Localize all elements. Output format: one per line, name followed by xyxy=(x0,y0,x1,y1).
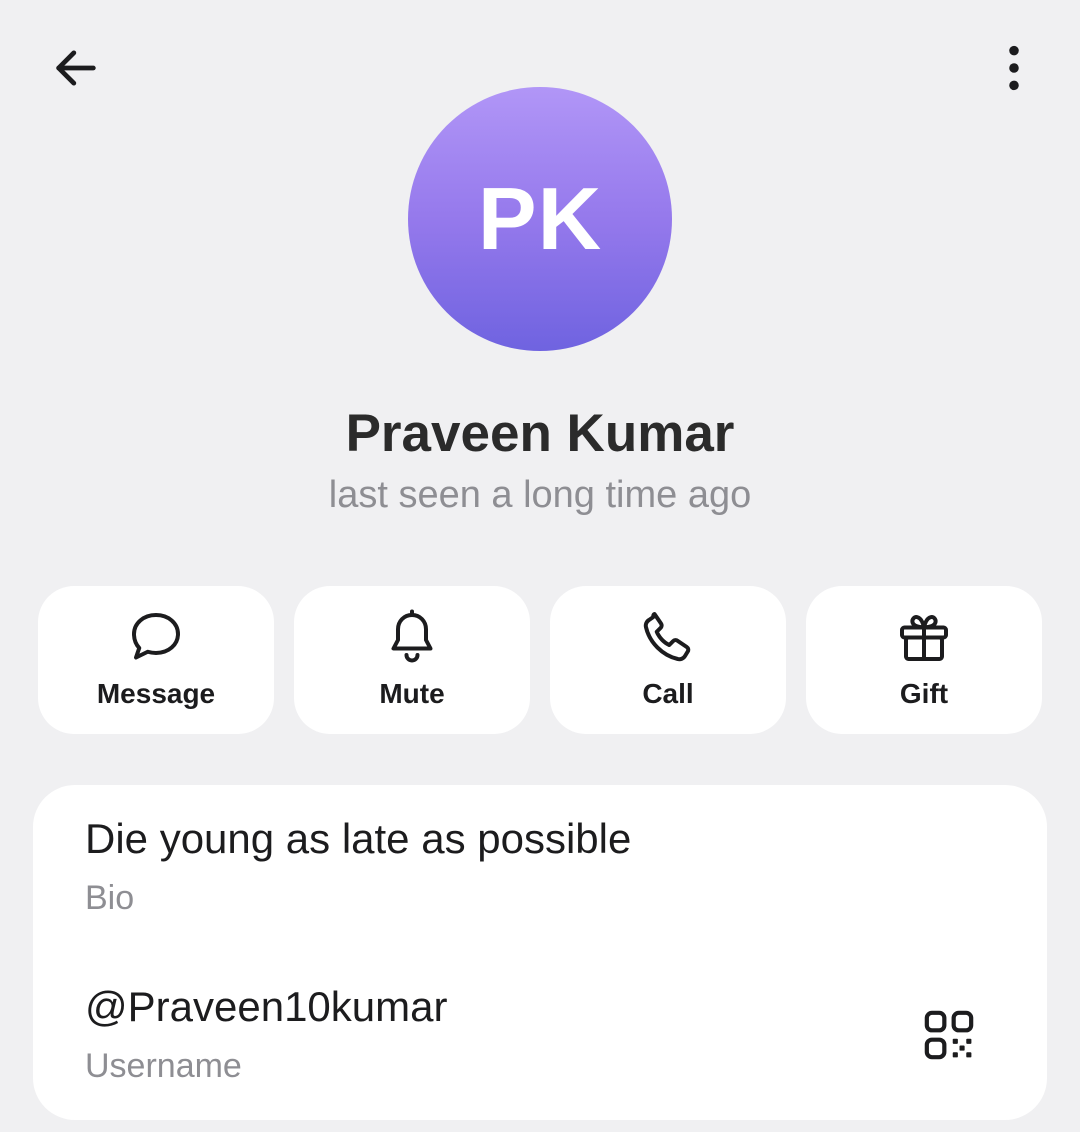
bio-row[interactable]: Die young as late as possible Bio xyxy=(85,813,631,919)
call-label: Call xyxy=(642,678,694,709)
qr-code-button[interactable] xyxy=(909,995,989,1075)
username-label: Username xyxy=(85,1047,242,1085)
last-seen-status: last seen a long time ago xyxy=(328,474,752,516)
phone-icon xyxy=(643,612,691,662)
mute-label: Mute xyxy=(379,678,445,709)
mute-button[interactable]: Mute xyxy=(294,586,530,734)
arrow-left-icon xyxy=(56,50,96,86)
back-button[interactable] xyxy=(36,28,116,108)
username-row[interactable]: @Praveen10kumar Username xyxy=(85,981,447,1087)
profile-name: Praveen Kumar xyxy=(345,404,735,463)
info-card: Die young as late as possible Bio @Prave… xyxy=(33,785,1047,1120)
username-text: @Praveen10kumar xyxy=(85,983,448,1030)
gift-button[interactable]: Gift xyxy=(806,586,1042,734)
message-button[interactable]: Message xyxy=(38,586,274,734)
gift-icon xyxy=(900,615,949,662)
message-label: Message xyxy=(96,678,216,709)
more-vertical-icon xyxy=(1009,45,1019,91)
bio-label: Bio xyxy=(85,879,135,917)
bio-text: Die young as late as possible xyxy=(85,815,632,862)
action-buttons: Message Mute Call Gift xyxy=(38,586,1042,734)
more-options-button[interactable] xyxy=(974,28,1054,108)
call-button[interactable]: Call xyxy=(550,586,786,734)
gift-label: Gift xyxy=(899,678,949,709)
bell-icon xyxy=(391,609,433,663)
avatar[interactable]: PK xyxy=(408,87,672,351)
chat-bubble-icon xyxy=(132,613,180,660)
avatar-initials: PK xyxy=(477,169,603,268)
qr-code-icon xyxy=(924,1010,974,1060)
